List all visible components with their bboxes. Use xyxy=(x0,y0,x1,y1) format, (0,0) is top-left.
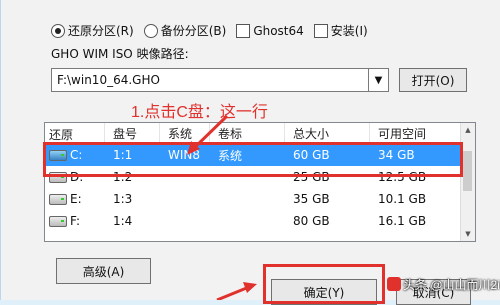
ok-highlight-box xyxy=(263,264,385,304)
annotation-text: 1.点击C盘：这一行 xyxy=(131,104,268,121)
backup-partition-label: 备份分区(B) xyxy=(160,24,227,38)
table-row[interactable]: E: 1:3 35 GB 10.1 GB xyxy=(45,188,475,210)
ghost64-checkbox[interactable]: Ghost64 xyxy=(236,23,304,38)
mode-options: 还原分区(R) 备份分区(B) Ghost64 安装(I) xyxy=(51,22,378,39)
column-header: 卷标 xyxy=(210,123,285,143)
scroll-down-icon[interactable]: ▼ xyxy=(461,227,475,241)
row-highlight-box xyxy=(43,142,463,177)
disk-number: 1:3 xyxy=(113,192,133,206)
ghost-install-dialog: 还原分区(R) 备份分区(B) Ghost64 安装(I) GHO WIM IS… xyxy=(0,0,500,305)
column-header: 盘号 xyxy=(105,123,160,143)
drive-letter: F: xyxy=(70,214,81,228)
advanced-button[interactable]: 高级(A) xyxy=(56,258,151,284)
hard-drive-icon xyxy=(49,193,67,205)
radio-icon-selected xyxy=(51,23,65,38)
radio-icon xyxy=(143,23,158,38)
column-header: 系统 xyxy=(160,123,210,143)
image-path-label: GHO WIM ISO 映像路径: xyxy=(51,47,189,61)
scroll-up-icon[interactable]: ▲ xyxy=(461,123,475,137)
table-header: 还原 盘号 系统 卷标 总大小 可用空间 xyxy=(45,123,475,144)
table-row[interactable]: F: 1:4 80 GB 16.1 GB xyxy=(45,210,475,232)
total-size: 35 GB xyxy=(293,192,330,206)
column-header: 可用空间 xyxy=(370,123,470,143)
image-path-field[interactable]: F:\win10_64.GHO xyxy=(51,68,369,92)
disk-number: 1:4 xyxy=(113,214,133,228)
drive-letter: E: xyxy=(70,192,82,206)
scroll-thumb[interactable] xyxy=(463,151,472,191)
column-header: 还原 xyxy=(45,123,105,143)
ghost64-label: Ghost64 xyxy=(253,23,304,38)
free-space: 16.1 GB xyxy=(378,214,427,228)
backup-partition-radio[interactable]: 备份分区(B) xyxy=(143,22,227,39)
install-checkbox[interactable]: 安装(I) xyxy=(313,22,368,39)
table-scrollbar[interactable]: ▲ ▼ xyxy=(460,123,475,241)
hard-drive-icon xyxy=(49,215,67,227)
install-label: 安装(I) xyxy=(330,24,368,38)
watermark: 头条 @山山而川2i xyxy=(387,276,500,293)
open-button[interactable]: 打开(O) xyxy=(399,68,467,92)
chevron-down-icon[interactable]: ▼ xyxy=(369,68,389,92)
free-space: 10.1 GB xyxy=(378,192,427,206)
checkbox-icon xyxy=(313,23,328,38)
total-size: 80 GB xyxy=(293,214,330,228)
column-header: 总大小 xyxy=(285,123,370,143)
watermark-text: 头条 @山山而川2i xyxy=(403,278,500,292)
restore-partition-label: 还原分区(R) xyxy=(68,24,134,38)
partition-table: 还原 盘号 系统 卷标 总大小 可用空间 C: 1:1 WIN8 系统 60 G… xyxy=(44,122,476,242)
toutiao-logo-icon xyxy=(387,277,401,291)
restore-partition-radio[interactable]: 还原分区(R) xyxy=(51,22,134,39)
checkbox-icon xyxy=(236,23,251,38)
